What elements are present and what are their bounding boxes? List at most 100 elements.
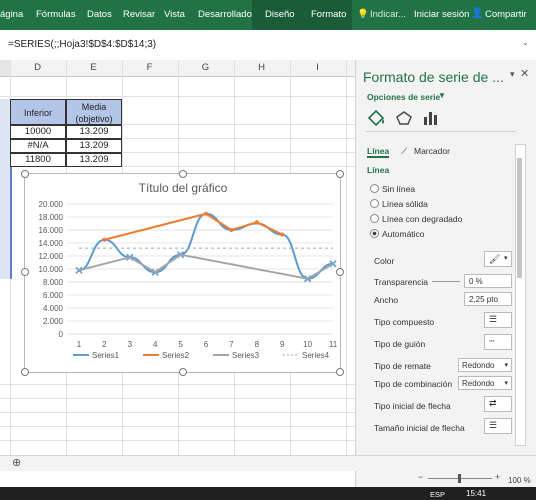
column-h-header[interactable]: H <box>234 62 289 73</box>
series-options-dropdown[interactable]: Opciones de serie <box>367 92 440 102</box>
x-tick-label: 4 <box>153 340 158 349</box>
series2-point[interactable] <box>204 211 208 216</box>
tab-formulas[interactable]: Fórmulas <box>36 9 76 20</box>
zoom-out-icon[interactable]: − <box>418 472 423 482</box>
cap-type-select[interactable]: Redondo ▾ <box>458 358 512 372</box>
add-sheet-icon[interactable]: ⊕ <box>12 456 21 469</box>
arrow-size-picker[interactable]: ☰ <box>484 418 512 434</box>
resize-handle[interactable] <box>336 170 344 178</box>
column-e-header[interactable]: E <box>66 62 121 73</box>
width-value: 2,25 pto <box>469 295 498 304</box>
transparency-label: Transparencia <box>374 277 429 287</box>
tab-design[interactable]: Diseño <box>265 9 295 20</box>
series2-point[interactable] <box>254 220 259 225</box>
transparency-value: 0 % <box>469 277 483 286</box>
width-label: Ancho <box>374 295 399 305</box>
column-f-header[interactable]: F <box>122 62 177 73</box>
dash-type-picker[interactable]: ┅ <box>484 334 512 350</box>
tab-view[interactable]: Vista <box>164 9 185 20</box>
color-picker[interactable]: 🖌 ▾ <box>484 251 512 267</box>
legend-label[interactable]: Series1 <box>92 351 120 360</box>
series2-point[interactable] <box>102 237 107 242</box>
marker-line-icon: ⟋ <box>401 146 408 156</box>
tab-marcador[interactable]: Marcador <box>414 146 450 156</box>
resize-handle[interactable] <box>21 368 29 376</box>
zoom-in-icon[interactable]: + <box>495 472 500 482</box>
header-media[interactable]: Media (objetivo) <box>66 99 122 125</box>
language-indicator[interactable]: ESP <box>430 490 445 499</box>
radio-icon <box>370 184 379 193</box>
chevron-down-icon[interactable]: ⌄ <box>522 38 529 47</box>
chevron-down-icon: ▾ <box>504 362 508 369</box>
tab-review[interactable]: Revisar <box>123 9 155 20</box>
column-i-header[interactable]: I <box>290 62 345 73</box>
header-inferior[interactable]: Inferior <box>10 99 66 125</box>
legend-label[interactable]: Series3 <box>232 351 260 360</box>
tab-format[interactable]: Formato <box>311 9 346 20</box>
status-bar <box>0 455 536 471</box>
radio-linea-solida[interactable]: Línea sólida <box>370 199 428 209</box>
bar-chart-icon[interactable] <box>422 110 440 126</box>
paint-bucket-icon: 🖌 <box>489 254 501 264</box>
chart-area[interactable]: Título del gráfico 20.000 18.000 16.000 14.… <box>24 173 341 373</box>
zoom-slider-thumb[interactable] <box>458 474 461 483</box>
join-type-select[interactable]: Redondo ▾ <box>458 376 512 390</box>
resize-handle[interactable] <box>21 170 29 178</box>
radio-linea-degradado[interactable]: Línea con degradado <box>370 214 462 224</box>
x-tick-label: 5 <box>178 340 183 349</box>
cell-d-2[interactable]: #N/A <box>10 139 66 153</box>
column-d-header[interactable]: D <box>10 62 65 73</box>
pane-scrollbar-thumb[interactable] <box>517 158 522 278</box>
column-g-header[interactable]: G <box>178 62 233 73</box>
y-tick-label: 10.000 <box>39 265 64 274</box>
tell-me-box[interactable]: Indicar... <box>370 9 406 20</box>
tab-data[interactable]: Datos <box>87 9 112 20</box>
chart-title[interactable]: Título del gráfico <box>139 181 228 195</box>
lightbulb-icon: 💡 <box>357 9 369 20</box>
color-label: Color <box>374 256 395 266</box>
transparency-input[interactable]: 0 % <box>464 274 512 288</box>
cell-d-1[interactable]: 10000 <box>10 125 66 139</box>
y-tick-label: 6.000 <box>43 291 64 300</box>
x-tick-label: 3 <box>128 340 133 349</box>
chart-svg: Título del gráfico 20.00018.00016.00014.… <box>39 181 338 360</box>
sign-in-link[interactable]: Iniciar sesión <box>414 9 469 20</box>
section-linea[interactable]: Línea <box>367 165 389 175</box>
cell-e-3[interactable]: 13.209 <box>66 153 122 167</box>
cell-e-2[interactable]: 13.209 <box>66 139 122 153</box>
legend-label[interactable]: Series4 <box>302 351 330 360</box>
tab-page-layout[interactable]: ágina <box>0 9 23 20</box>
chevron-down-icon[interactable]: ▼ <box>438 91 446 100</box>
radio-sin-linea[interactable]: Sin línea <box>370 184 415 194</box>
tab-linea[interactable]: Línea <box>367 146 390 158</box>
tab-developer[interactable]: Desarrollador <box>198 9 255 20</box>
radio-automatico[interactable]: Automático <box>370 229 425 239</box>
cell-e-1[interactable]: 13.209 <box>66 125 122 139</box>
lines-icon: ☰ <box>489 314 498 324</box>
pane-dropdown-icon[interactable]: ▾ <box>510 69 515 80</box>
pentagon-icon[interactable] <box>395 110 413 126</box>
paint-bucket-icon[interactable] <box>366 109 386 127</box>
formula-text[interactable]: =SERIES(;;Hoja3!$D$4:$D$14;3) <box>8 39 156 50</box>
y-tick-label: 20.000 <box>39 200 64 209</box>
series2-point[interactable] <box>280 232 285 237</box>
resize-handle[interactable] <box>179 368 187 376</box>
resize-handle[interactable] <box>336 268 344 276</box>
radio-label: Línea sólida <box>382 199 428 209</box>
radio-icon <box>370 199 379 208</box>
clock[interactable]: 15:41 <box>466 489 486 498</box>
compound-type-picker[interactable]: ☰ <box>484 312 512 328</box>
person-icon: 👤 <box>471 8 484 19</box>
resize-handle[interactable] <box>336 368 344 376</box>
share-button[interactable]: Compartir <box>485 9 527 20</box>
transparency-slider[interactable] <box>432 281 460 282</box>
zoom-level[interactable]: 100 % <box>508 476 531 485</box>
legend-label[interactable]: Series2 <box>162 351 190 360</box>
cell-d-3[interactable]: 11800 <box>10 153 66 167</box>
resize-handle[interactable] <box>21 268 29 276</box>
width-input[interactable]: 2,25 pto <box>464 292 512 306</box>
resize-handle[interactable] <box>179 170 187 178</box>
close-icon[interactable]: ✕ <box>520 67 529 80</box>
arrow-type-picker[interactable]: ⇄ <box>484 396 512 412</box>
series2-point[interactable] <box>229 228 234 232</box>
